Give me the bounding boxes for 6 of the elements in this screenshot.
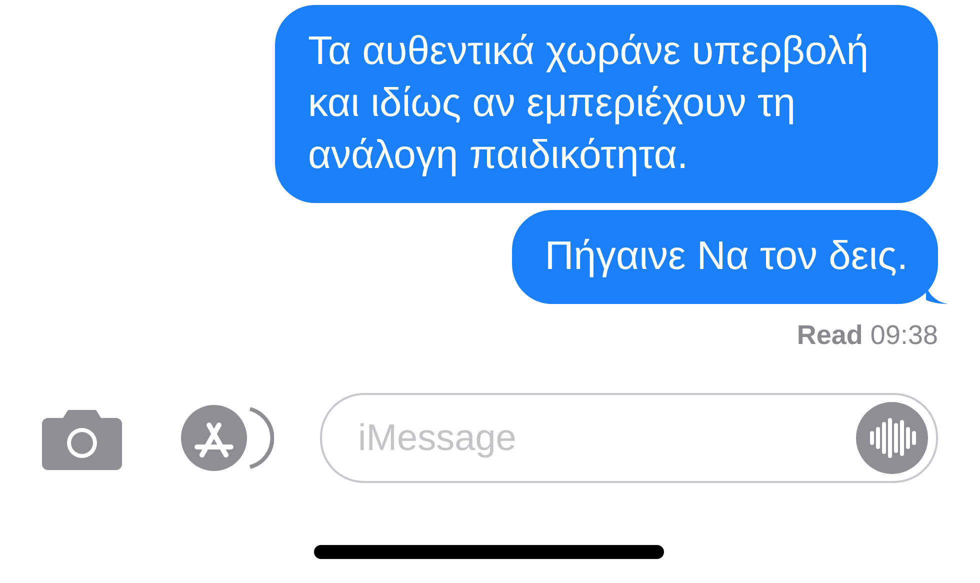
audio-waveform-icon[interactable] (856, 402, 928, 474)
message-bubble: Τα αυθεντικά χωράνε υπερβολή και ιδίως αν εμπεριέχουν τη ανάλογη παιδικότητα. (275, 5, 938, 203)
read-receipt: Read 09:38 (796, 320, 938, 351)
message-field-box[interactable]: iMessage (320, 393, 938, 483)
app-store-icon[interactable] (180, 405, 274, 471)
message-field[interactable]: iMessage (356, 416, 856, 460)
